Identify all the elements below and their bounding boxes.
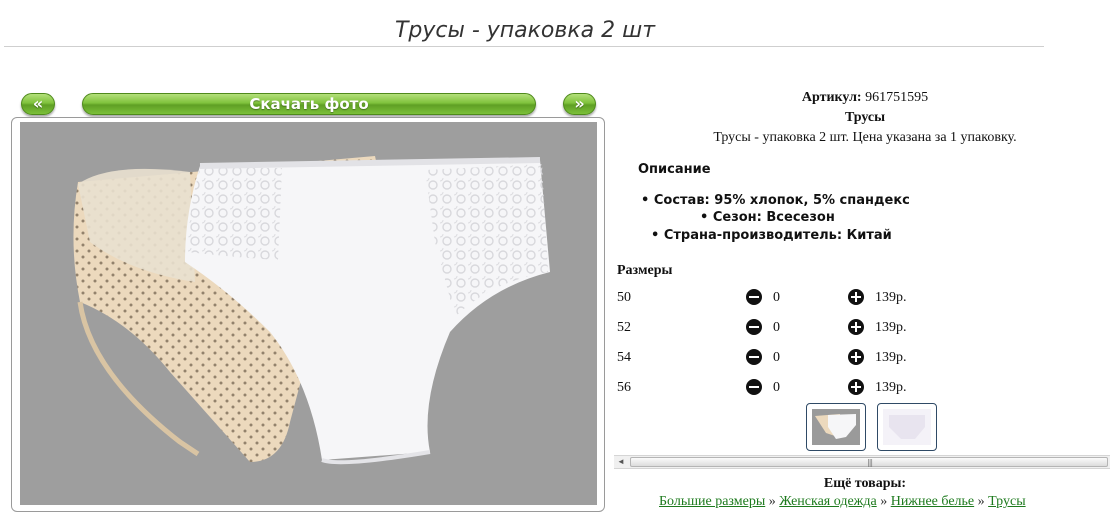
size-price: 139р.	[875, 290, 907, 305]
size-price: 139р.	[875, 320, 907, 335]
horizontal-scrollbar[interactable]: ◄ |||	[614, 455, 1110, 469]
thumbnail-1-image	[812, 409, 860, 445]
product-name: Трусы	[844, 110, 886, 125]
size-price: 139р.	[875, 380, 907, 395]
product-photo-illustration	[73, 156, 550, 465]
breadcrumb: Большие размеры » Женская одежда » Нижне…	[659, 494, 1026, 510]
breadcrumb-link-womens-clothing[interactable]: Женская одежда	[779, 494, 876, 509]
minus-circle-icon[interactable]	[746, 319, 762, 335]
breadcrumb-separator: »	[876, 494, 891, 509]
size-price: 139р.	[875, 350, 907, 365]
size-row: 52 0 139р.	[617, 318, 1107, 340]
scroll-left-arrow-icon[interactable]: ◄	[614, 456, 628, 468]
size-value: 56	[617, 380, 631, 395]
minus-circle-icon[interactable]	[746, 379, 762, 395]
minus-circle-icon[interactable]	[746, 349, 762, 365]
minus-circle-icon[interactable]	[746, 289, 762, 305]
breadcrumb-link-briefs[interactable]: Трусы	[988, 494, 1025, 509]
size-quantity: 0	[773, 350, 780, 365]
feature-country: • Страна-производитель: Китай	[651, 228, 892, 243]
plus-circle-icon[interactable]	[848, 349, 864, 365]
size-quantity: 0	[773, 380, 780, 395]
breadcrumb-separator: »	[974, 494, 989, 509]
article-label: Артикул:	[801, 90, 862, 105]
breadcrumb-separator: »	[765, 494, 780, 509]
size-row: 54 0 139р.	[617, 348, 1107, 370]
size-quantity: 0	[773, 290, 780, 305]
plus-circle-icon[interactable]	[848, 319, 864, 335]
feature-composition: • Состав: 95% хлопок, 5% спандекс	[641, 193, 910, 208]
page-title: Трусы - упаковка 2 шт	[394, 18, 656, 43]
size-value: 50	[617, 290, 631, 305]
size-quantity: 0	[773, 320, 780, 335]
feature-season: • Сезон: Всесезон	[700, 210, 835, 225]
size-value: 52	[617, 320, 631, 335]
size-row: 56 0 139р.	[617, 378, 1107, 400]
download-photo-button[interactable]: Скачать фото	[82, 93, 536, 115]
product-photo[interactable]	[20, 122, 597, 505]
breadcrumb-link-large-sizes[interactable]: Большие размеры	[659, 494, 765, 509]
breadcrumb-link-underwear[interactable]: Нижнее белье	[891, 494, 974, 509]
title-divider	[4, 46, 1044, 47]
thumbnail-1[interactable]	[806, 403, 866, 451]
more-products-heading: Ещё товары:	[823, 476, 907, 491]
thumbnail-2-illustration	[889, 415, 925, 439]
product-short-description: Трусы - упаковка 2 шт. Цена указана за 1…	[713, 130, 1017, 145]
size-value: 54	[617, 350, 631, 365]
article-value: 961751595	[865, 90, 929, 105]
scrollbar-grip-icon: |||	[867, 458, 873, 467]
description-heading: Описание	[638, 162, 711, 177]
sizes-heading: Размеры	[617, 263, 673, 278]
prev-photo-button[interactable]: «	[21, 93, 55, 115]
next-photo-button[interactable]: »	[563, 93, 596, 115]
thumbnail-2[interactable]	[877, 403, 937, 451]
plus-circle-icon[interactable]	[848, 289, 864, 305]
thumbnail-1-illustration	[815, 414, 856, 439]
plus-circle-icon[interactable]	[848, 379, 864, 395]
size-row: 50 0 139р.	[617, 288, 1107, 310]
scrollbar-thumb[interactable]: |||	[630, 457, 1108, 467]
article-line: Артикул: 961751595	[620, 90, 1110, 106]
thumbnail-2-image	[883, 409, 931, 445]
